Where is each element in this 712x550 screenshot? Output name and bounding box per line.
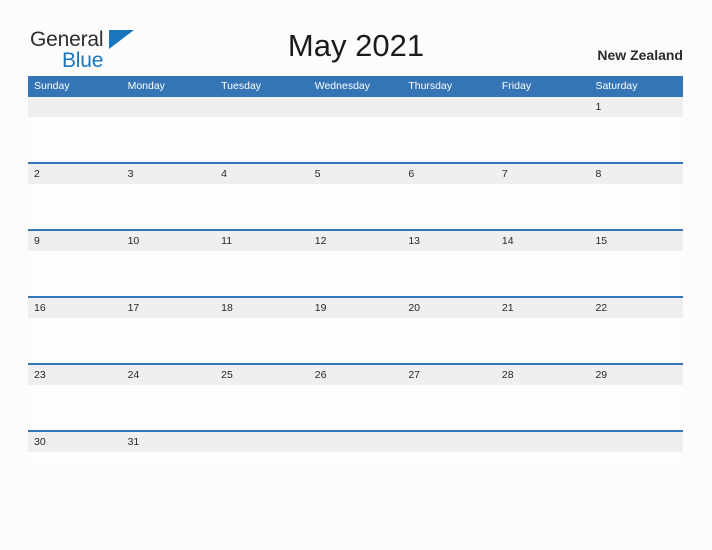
week-row: 23 24 25 26 27 28 29 xyxy=(28,363,683,430)
week-daynumber-band: 23 24 25 26 27 28 29 xyxy=(28,365,683,385)
day-cell[interactable]: 18 xyxy=(215,298,309,318)
week-event-area[interactable] xyxy=(28,318,683,363)
day-cell[interactable]: 24 xyxy=(122,365,216,385)
day-cell[interactable]: 17 xyxy=(122,298,216,318)
day-cell[interactable]: 27 xyxy=(402,365,496,385)
week-row: 9 10 11 12 13 14 15 xyxy=(28,229,683,296)
day-cell[interactable] xyxy=(215,432,309,452)
weekday-header-wednesday: Wednesday xyxy=(314,80,370,92)
day-cell[interactable] xyxy=(215,97,309,117)
day-cell[interactable]: 11 xyxy=(215,231,309,251)
day-cell[interactable]: 4 xyxy=(215,164,309,184)
week-daynumber-band: 2 3 4 5 6 7 8 xyxy=(28,164,683,184)
week-daynumber-band: 1 xyxy=(28,97,683,117)
day-cell[interactable]: 20 xyxy=(402,298,496,318)
weekday-header-row: Sunday Monday Tuesday Wednesday Thursday… xyxy=(28,76,683,97)
day-cell[interactable]: 30 xyxy=(28,432,122,452)
location-label: New Zealand xyxy=(597,47,683,63)
week-event-area[interactable] xyxy=(28,117,683,162)
day-cell[interactable]: 19 xyxy=(309,298,403,318)
day-cell[interactable]: 15 xyxy=(589,231,683,251)
week-daynumber-band: 9 10 11 12 13 14 15 xyxy=(28,231,683,251)
day-cell[interactable]: 10 xyxy=(122,231,216,251)
week-row: 30 31 xyxy=(28,430,683,462)
week-row: 16 17 18 19 20 21 22 xyxy=(28,296,683,363)
day-cell[interactable]: 29 xyxy=(589,365,683,385)
day-cell[interactable]: 31 xyxy=(122,432,216,452)
day-cell[interactable]: 12 xyxy=(309,231,403,251)
day-cell[interactable]: 1 xyxy=(589,97,683,117)
day-cell[interactable] xyxy=(309,97,403,117)
week-event-area[interactable] xyxy=(28,452,683,462)
week-row: 1 xyxy=(28,97,683,162)
day-cell[interactable]: 3 xyxy=(122,164,216,184)
day-cell[interactable] xyxy=(122,97,216,117)
day-cell[interactable]: 13 xyxy=(402,231,496,251)
day-cell[interactable]: 2 xyxy=(28,164,122,184)
day-cell[interactable]: 22 xyxy=(589,298,683,318)
weekday-header-thursday: Thursday xyxy=(408,80,453,92)
day-cell[interactable] xyxy=(309,432,403,452)
week-event-area[interactable] xyxy=(28,385,683,430)
day-cell[interactable]: 9 xyxy=(28,231,122,251)
day-cell[interactable] xyxy=(402,432,496,452)
weekday-header-tuesday: Tuesday xyxy=(221,80,262,92)
week-event-area[interactable] xyxy=(28,184,683,229)
day-cell[interactable]: 23 xyxy=(28,365,122,385)
day-cell[interactable] xyxy=(28,97,122,117)
day-cell[interactable]: 28 xyxy=(496,365,590,385)
week-daynumber-band: 16 17 18 19 20 21 22 xyxy=(28,298,683,318)
day-cell[interactable]: 25 xyxy=(215,365,309,385)
weekday-header-monday: Monday xyxy=(127,80,165,92)
weekday-header-friday: Friday xyxy=(501,80,532,92)
day-cell[interactable] xyxy=(496,432,590,452)
day-cell[interactable] xyxy=(589,432,683,452)
calendar-grid: Sunday Monday Tuesday Wednesday Thursday… xyxy=(28,76,683,462)
week-row: 2 3 4 5 6 7 8 xyxy=(28,162,683,229)
day-cell[interactable] xyxy=(402,97,496,117)
day-cell[interactable]: 14 xyxy=(496,231,590,251)
day-cell[interactable]: 16 xyxy=(28,298,122,318)
week-event-area[interactable] xyxy=(28,251,683,296)
day-cell[interactable]: 7 xyxy=(496,164,590,184)
day-cell[interactable]: 21 xyxy=(496,298,590,318)
day-cell[interactable] xyxy=(496,97,590,117)
day-cell[interactable]: 26 xyxy=(309,365,403,385)
day-cell[interactable]: 8 xyxy=(589,164,683,184)
day-cell[interactable]: 6 xyxy=(402,164,496,184)
page-header: General Blue May 2021 New Zealand xyxy=(0,0,712,76)
weekday-header-sunday: Sunday xyxy=(34,80,70,92)
week-daynumber-band: 30 31 xyxy=(28,432,683,452)
weekday-header-saturday: Saturday xyxy=(595,80,638,92)
day-cell[interactable]: 5 xyxy=(309,164,403,184)
